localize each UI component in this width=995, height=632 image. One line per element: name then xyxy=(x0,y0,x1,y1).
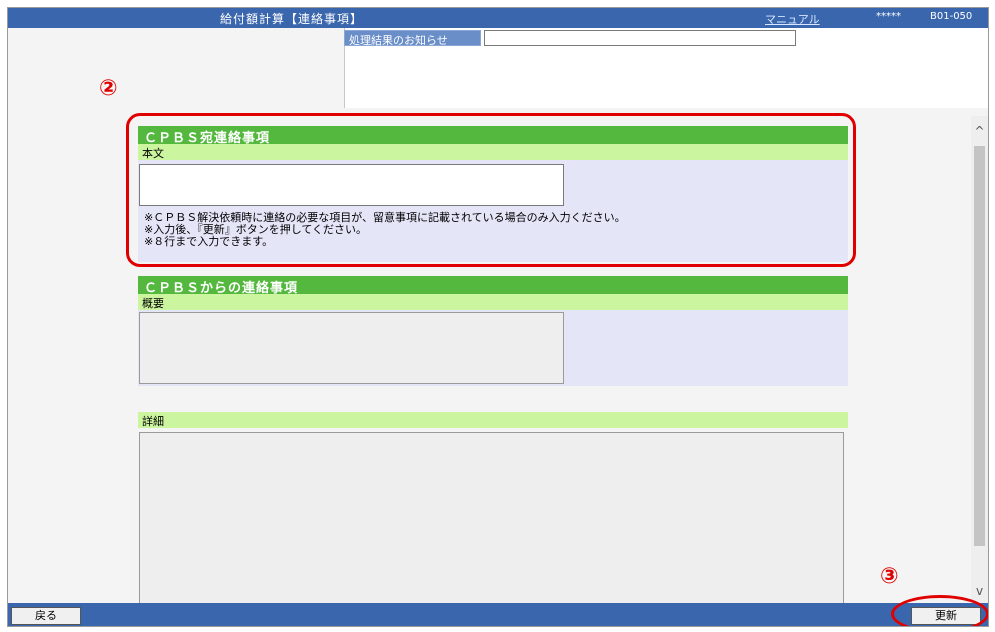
annotation-marker-2: ② xyxy=(99,76,118,101)
detail-field xyxy=(139,432,844,607)
cpbs-from-section: ＣＰＢＳからの連絡事項 概要 xyxy=(138,276,848,386)
detail-section: 詳細 xyxy=(138,412,848,607)
bottom-bar: 戻る 更新 xyxy=(8,603,988,626)
screen-id: B01-050 xyxy=(930,11,973,22)
user-id-masked: ***** xyxy=(876,11,901,22)
scroll-down-icon[interactable]: v xyxy=(971,584,988,600)
vertical-scrollbar[interactable]: ^ v xyxy=(971,116,988,603)
notice-label: 処理結果のお知らせ xyxy=(344,30,481,47)
annotation-ring-2 xyxy=(126,113,856,267)
summary-label: 概要 xyxy=(138,294,848,310)
summary-body xyxy=(138,310,848,386)
page-title: 給付額計算【連絡事項】 xyxy=(220,12,364,26)
summary-field xyxy=(139,312,564,384)
title-bar: 給付額計算【連絡事項】 マニュアル ***** B01-050 xyxy=(8,8,988,28)
notice-strip: 処理結果のお知らせ xyxy=(344,30,799,47)
scroll-thumb[interactable] xyxy=(974,146,985,546)
notice-value-field xyxy=(484,30,796,46)
message-area xyxy=(345,48,988,108)
back-button[interactable]: 戻る xyxy=(11,607,81,625)
manual-link[interactable]: マニュアル xyxy=(765,11,820,27)
detail-label: 詳細 xyxy=(138,412,848,428)
scroll-up-icon[interactable]: ^ xyxy=(971,124,988,140)
cpbs-from-header: ＣＰＢＳからの連絡事項 xyxy=(138,276,848,296)
left-pane xyxy=(8,28,345,108)
annotation-marker-3: ③ xyxy=(880,564,899,589)
annotation-ring-3 xyxy=(891,595,988,626)
app-window: 給付額計算【連絡事項】 マニュアル ***** B01-050 処理結果のお知ら… xyxy=(7,7,989,627)
